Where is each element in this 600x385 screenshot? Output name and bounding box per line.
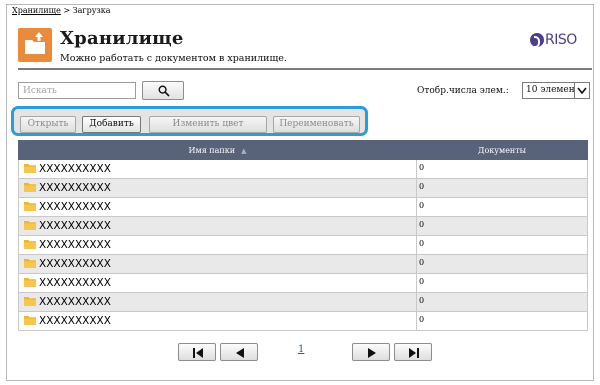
folder-name: XXXXXXXXXX: [39, 239, 111, 251]
table-row[interactable]: XXXXXXXXXX 0: [18, 292, 588, 312]
document-count-cell: 0: [416, 197, 588, 217]
column-header-folder-name[interactable]: Имя папки ▲: [18, 140, 417, 160]
table-row[interactable]: XXXXXXXXXX 0: [18, 216, 588, 236]
column-header-documents[interactable]: Документы: [416, 140, 588, 160]
riso-logo: RISO: [530, 32, 577, 48]
table-row[interactable]: XXXXXXXXXX 0: [18, 178, 588, 198]
folder-name-cell[interactable]: XXXXXXXXXX: [18, 197, 417, 217]
folder-name-cell[interactable]: XXXXXXXXXX: [18, 292, 417, 312]
last-page-icon: [409, 348, 419, 358]
folder-name-cell[interactable]: XXXXXXXXXX: [18, 235, 417, 255]
rename-button[interactable]: Переименовать: [273, 116, 360, 133]
document-count-cell: 0: [416, 292, 588, 312]
action-toolbar: Открыть Добавить Изменить цвет Переимено…: [11, 106, 368, 136]
folder-name-cell[interactable]: XXXXXXXXXX: [18, 273, 417, 293]
folder-icon: [24, 163, 36, 173]
change-color-button[interactable]: Изменить цвет: [149, 116, 267, 133]
document-count-cell: 0: [416, 216, 588, 236]
first-page-button[interactable]: [178, 343, 216, 361]
riso-logo-mark: [530, 33, 544, 48]
folder-name: XXXXXXXXXX: [39, 296, 111, 308]
breadcrumb-current: Загрузка: [72, 6, 111, 15]
table-row[interactable]: XXXXXXXXXX 0: [18, 197, 588, 217]
open-button[interactable]: Открыть: [20, 116, 76, 133]
search-input[interactable]: [18, 82, 136, 99]
search-button[interactable]: [142, 81, 184, 100]
first-page-icon: [193, 348, 203, 358]
folder-name: XXXXXXXXXX: [39, 220, 111, 232]
page-title: Хранилище: [60, 28, 184, 49]
document-count-cell: 0: [416, 178, 588, 198]
page-number-link[interactable]: 1: [298, 344, 304, 355]
item-count-select[interactable]: 10 элементов: [522, 82, 590, 99]
folder-icon: [24, 239, 36, 249]
folder-name: XXXXXXXXXX: [39, 315, 111, 327]
sort-ascending-icon: ▲: [241, 146, 247, 155]
breadcrumb-home-link[interactable]: Хранилище: [12, 6, 61, 15]
folder-name-cell[interactable]: XXXXXXXXXX: [18, 311, 417, 331]
table-row[interactable]: XXXXXXXXXX 0: [18, 159, 588, 179]
folder-upload-icon: [18, 28, 52, 62]
header-divider: [18, 68, 592, 70]
folder-table: Имя папки ▲ Документы XXXXXXXXXX 0 XXXXXXXX…: [18, 140, 588, 331]
document-count-cell: 0: [416, 235, 588, 255]
document-count-cell: 0: [416, 273, 588, 293]
breadcrumb: Хранилище > Загрузка: [12, 6, 111, 15]
search-icon: [158, 85, 170, 97]
folder-name: XXXXXXXXXX: [39, 201, 111, 213]
folder-icon: [24, 201, 36, 211]
folder-name: XXXXXXXXXX: [39, 258, 111, 270]
folder-name: XXXXXXXXXX: [39, 163, 111, 175]
next-page-icon: [368, 348, 376, 358]
breadcrumb-separator: >: [63, 6, 71, 15]
folder-name: XXXXXXXXXX: [39, 182, 111, 194]
add-button[interactable]: Добавить: [82, 116, 141, 133]
folder-icon: [24, 296, 36, 306]
prev-page-button[interactable]: [220, 343, 258, 361]
chevron-down-icon: [574, 83, 589, 98]
next-page-button[interactable]: [352, 343, 390, 361]
folder-name-cell[interactable]: XXXXXXXXXX: [18, 216, 417, 236]
folder-name: XXXXXXXXXX: [39, 277, 111, 289]
table-row[interactable]: XXXXXXXXXX 0: [18, 235, 588, 255]
document-count-cell: 0: [416, 311, 588, 331]
table-row[interactable]: XXXXXXXXXX 0: [18, 254, 588, 274]
folder-name-cell[interactable]: XXXXXXXXXX: [18, 178, 417, 198]
folder-icon: [24, 220, 36, 230]
item-count-label: Отобр.числа элем.:: [417, 86, 509, 96]
table-row[interactable]: XXXXXXXXXX 0: [18, 273, 588, 293]
item-count-value: 10 элементов: [526, 85, 574, 95]
folder-icon: [24, 277, 36, 287]
folder-icon: [24, 258, 36, 268]
folder-icon: [24, 182, 36, 192]
folder-name-cell[interactable]: XXXXXXXXXX: [18, 254, 417, 274]
folder-icon: [24, 315, 36, 325]
table-header-row: Имя папки ▲ Документы: [18, 140, 588, 160]
table-row[interactable]: XXXXXXXXXX 0: [18, 311, 588, 331]
folder-name-cell[interactable]: XXXXXXXXXX: [18, 159, 417, 179]
prev-page-icon: [236, 348, 244, 358]
document-count-cell: 0: [416, 159, 588, 179]
riso-logo-text: RISO: [545, 32, 577, 48]
last-page-button[interactable]: [394, 343, 432, 361]
document-count-cell: 0: [416, 254, 588, 274]
page-subtitle: Можно работать с документом в хранилище.: [60, 53, 287, 64]
